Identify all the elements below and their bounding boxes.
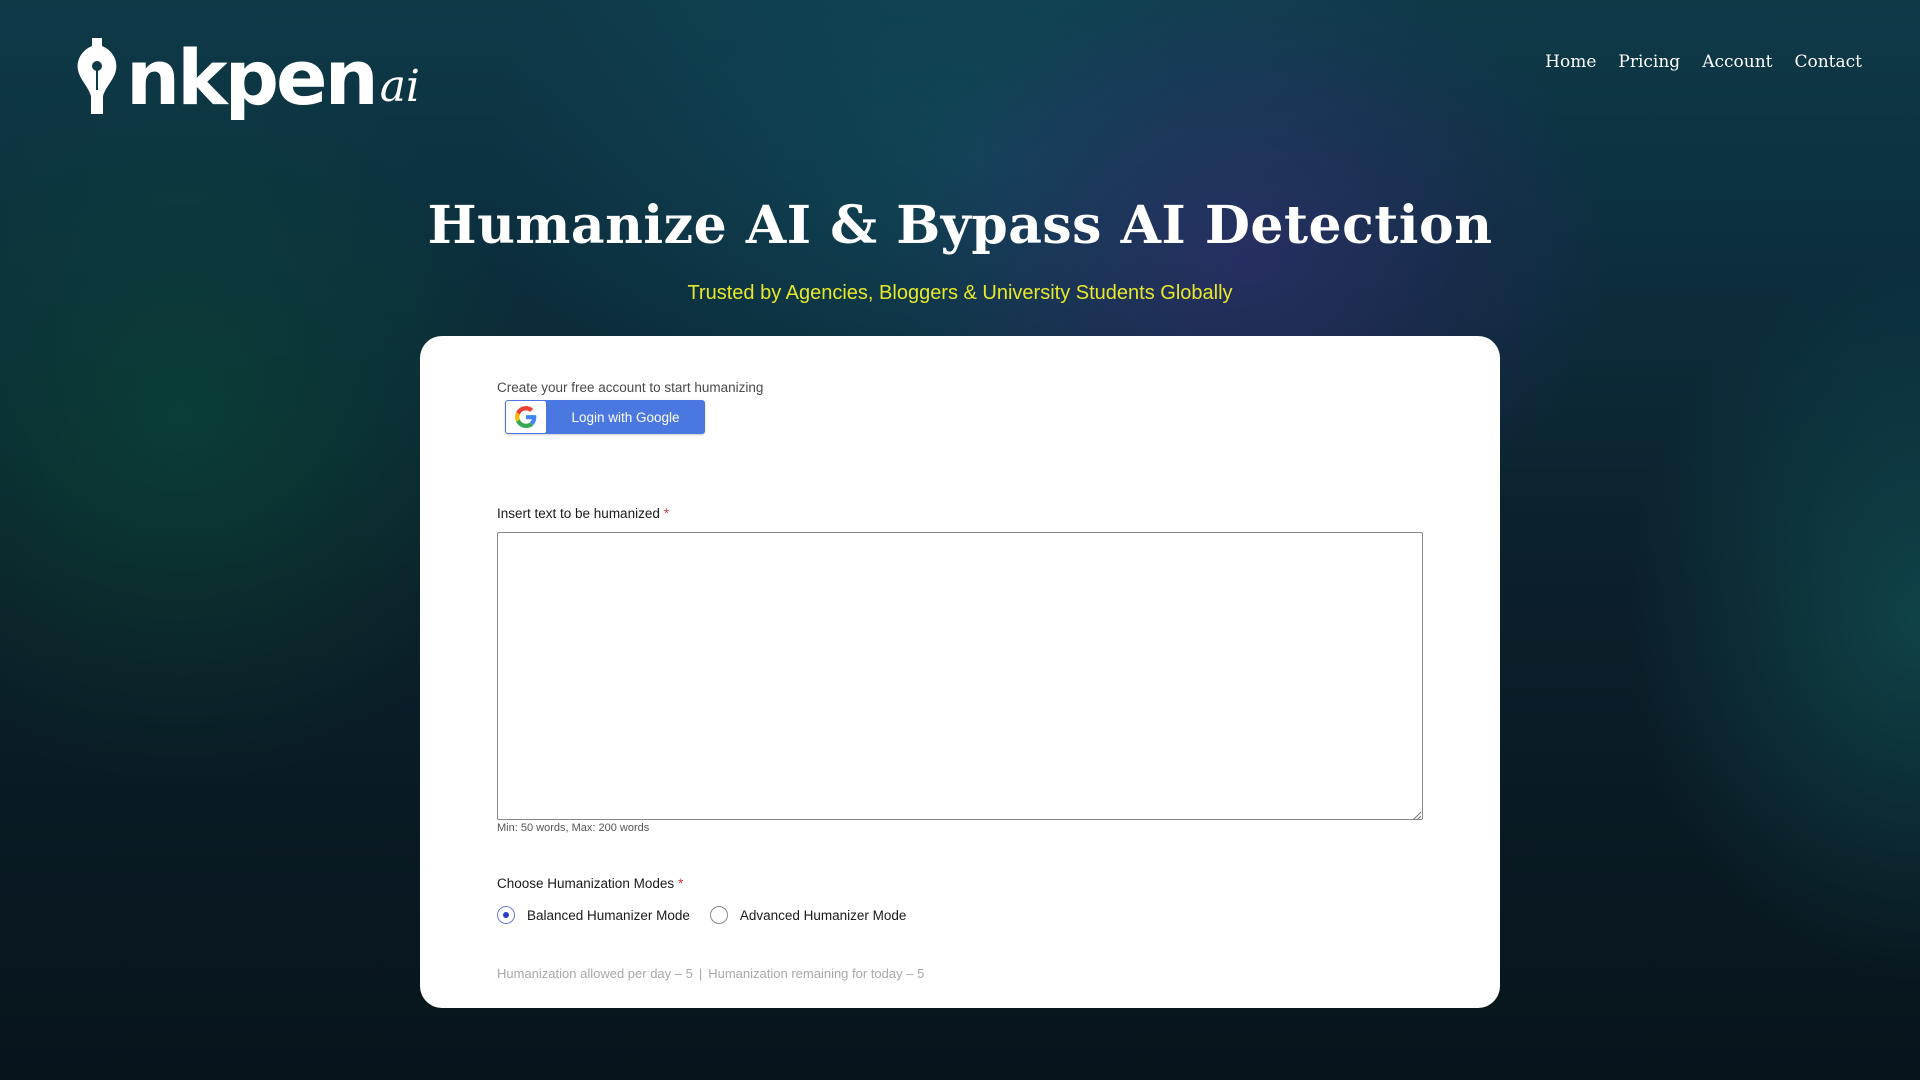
fountain-pen-nib-icon <box>77 38 117 114</box>
radio-button-checked[interactable] <box>497 906 515 924</box>
nav-home[interactable]: Home <box>1545 52 1596 72</box>
page-subtitle: Trusted by Agencies, Bloggers & Universi… <box>687 282 1233 304</box>
text-input-label-text: Insert text to be humanized <box>497 506 660 521</box>
mode-radio-group: Balanced Humanizer Mode Advanced Humaniz… <box>497 906 926 924</box>
site-logo[interactable]: nkpen ai <box>72 24 420 116</box>
resize-handle-icon[interactable] <box>1411 810 1421 820</box>
nav-account[interactable]: Account <box>1702 52 1772 72</box>
text-input-label: Insert text to be humanized * <box>497 506 669 521</box>
text-to-humanize-input[interactable] <box>497 532 1423 820</box>
modes-label-text: Choose Humanization Modes <box>497 876 675 891</box>
mode-option-label: Advanced Humanizer Mode <box>739 907 907 923</box>
google-g-icon <box>506 401 546 433</box>
mode-option-label: Balanced Humanizer Mode <box>527 907 690 923</box>
nav-contact[interactable]: Contact <box>1794 52 1862 72</box>
mode-option-balanced[interactable]: Balanced Humanizer Mode <box>497 906 690 924</box>
google-button-label: Login with Google <box>571 409 680 425</box>
usage-status: Humanization allowed per day – 5 | Humaniz… <box>497 966 924 981</box>
word-limit-hint: Min: 50 words, Max: 200 words <box>497 822 650 834</box>
main-nav: Home Pricing Account Contact <box>1545 52 1862 72</box>
required-marker: * <box>678 876 684 891</box>
login-with-google-button[interactable]: Login with Google <box>505 400 705 434</box>
create-account-text: Create your free account to start humani… <box>497 380 764 395</box>
nav-pricing[interactable]: Pricing <box>1618 52 1680 72</box>
mode-option-advanced[interactable]: Advanced Humanizer Mode <box>709 906 907 924</box>
logo-suffix: ai <box>379 61 421 112</box>
usage-allowed: Humanization allowed per day – 5 <box>497 966 693 981</box>
usage-separator: | <box>698 966 703 981</box>
usage-remaining: Humanization remaining for today – 5 <box>708 966 925 981</box>
humanizer-form-card: Create your free account to start humani… <box>420 336 1500 1008</box>
radio-button-unchecked[interactable] <box>709 906 728 924</box>
modes-label: Choose Humanization Modes * <box>497 876 683 891</box>
page-title: Humanize AI & Bypass AI Detection <box>427 195 1493 256</box>
logo-wordmark: nkpen <box>126 33 379 122</box>
required-marker: * <box>663 506 670 521</box>
